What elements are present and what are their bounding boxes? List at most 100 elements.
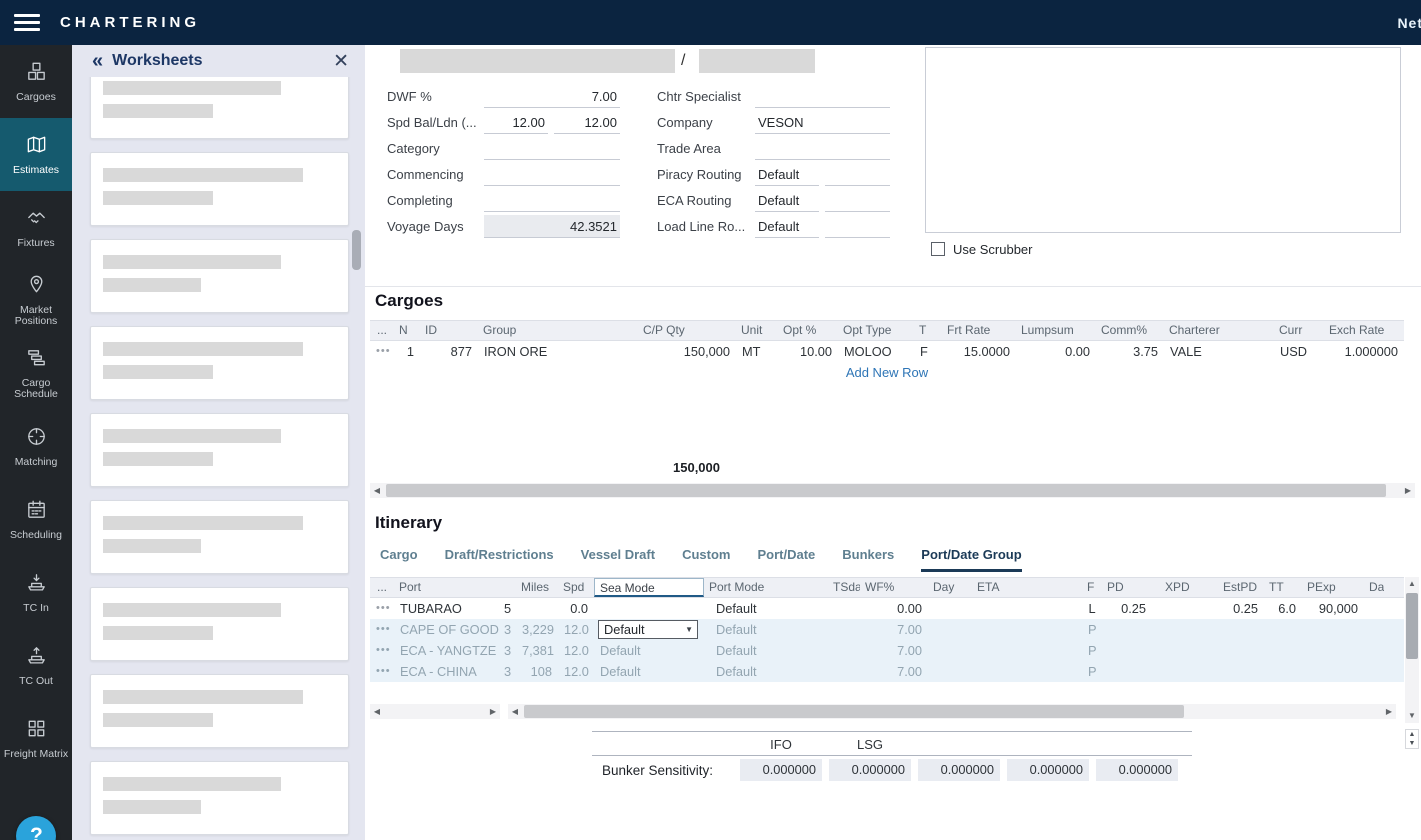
cargo-row-menu-icon[interactable]: ••• xyxy=(370,341,394,362)
bunker-sensitivity-input[interactable]: 0.000000 xyxy=(1096,759,1178,781)
itin-cell-sea-mode[interactable] xyxy=(594,598,704,619)
itin-cell-wf[interactable]: 7.00 xyxy=(860,661,928,682)
sidebar-item-market-positions[interactable]: Market Positions xyxy=(0,264,72,337)
tab-port-date[interactable]: Port/Date xyxy=(757,547,815,572)
itin-cell-pd[interactable] xyxy=(1102,619,1160,640)
cargo-cell-t[interactable]: F xyxy=(914,341,942,362)
itin-cell-clipped[interactable]: 3 xyxy=(504,619,516,640)
piracy-routing-input-2[interactable] xyxy=(825,163,890,186)
itin-cell-estpd[interactable] xyxy=(1218,640,1264,661)
piracy-routing-input[interactable]: Default xyxy=(755,163,819,186)
tab-bunkers[interactable]: Bunkers xyxy=(842,547,894,572)
itin-cell-spd[interactable]: 12.0 xyxy=(558,661,594,682)
cargo-cell-group[interactable]: IRON ORE xyxy=(478,341,638,362)
itin-cell-eta[interactable] xyxy=(972,598,1082,619)
eca-routing-input[interactable]: Default xyxy=(755,189,819,212)
itin-cell-port[interactable]: ECA - CHINA xyxy=(394,661,504,682)
itin-cell-day[interactable] xyxy=(928,619,972,640)
itin-cell-tsday[interactable] xyxy=(828,598,860,619)
cargo-cell-opt-pct[interactable]: 10.00 xyxy=(778,341,838,362)
itin-cell-eta[interactable] xyxy=(972,661,1082,682)
itin-cell-day[interactable] xyxy=(928,598,972,619)
sidebar-item-estimates[interactable]: Estimates xyxy=(0,118,72,191)
itin-cell-tsday[interactable] xyxy=(828,619,860,640)
itin-cell-eta[interactable] xyxy=(972,619,1082,640)
itin-cell-miles[interactable] xyxy=(516,598,558,619)
scrollbar-thumb[interactable] xyxy=(524,705,1184,718)
itin-row-menu-icon[interactable]: ••• xyxy=(370,640,394,661)
itin-cell-da[interactable] xyxy=(1364,640,1384,661)
tab-cargo[interactable]: Cargo xyxy=(380,547,418,572)
itin-cell-sea-mode[interactable]: Default xyxy=(594,661,704,682)
worksheets-scrollbar-thumb[interactable] xyxy=(352,230,361,270)
company-input[interactable]: VESON xyxy=(755,111,890,134)
itin-cell-pexp[interactable] xyxy=(1302,640,1364,661)
load-line-input-2[interactable] xyxy=(825,215,890,238)
trade-area-input[interactable] xyxy=(755,137,890,160)
itin-cell-tt[interactable] xyxy=(1264,661,1302,682)
cargo-cell-id[interactable]: 877 xyxy=(420,341,478,362)
itin-cell-port[interactable]: CAPE OF GOOD xyxy=(394,619,504,640)
itin-cell-port[interactable]: ECA - YANGTZE xyxy=(394,640,504,661)
topbar-right-text[interactable]: Net xyxy=(1397,15,1421,31)
scroll-up-icon[interactable]: ▲ xyxy=(1405,577,1419,591)
notes-textarea[interactable] xyxy=(925,47,1401,233)
chtr-specialist-input[interactable] xyxy=(755,85,890,108)
sidebar-item-cargo-schedule[interactable]: Cargo Schedule xyxy=(0,337,72,410)
itin-cell-clipped[interactable]: 3 xyxy=(504,640,516,661)
itin-cell-port-mode[interactable]: Default xyxy=(704,640,828,661)
cargo-cell-charterer[interactable]: VALE xyxy=(1164,341,1274,362)
cargo-cell-unit[interactable]: MT xyxy=(736,341,778,362)
worksheet-list-item[interactable] xyxy=(90,413,349,487)
sea-mode-dropdown[interactable]: Default ▼ xyxy=(598,620,698,639)
cargo-cell-opt-type[interactable]: MOLOO xyxy=(838,341,914,362)
itin-cell-spd[interactable]: 12.0 xyxy=(558,640,594,661)
itin-cell-port[interactable]: TUBARAO xyxy=(394,598,504,619)
itin-cell-xpd[interactable] xyxy=(1160,661,1218,682)
itin-cell-tsday[interactable] xyxy=(828,640,860,661)
itin-cell-spd[interactable]: 0.0 xyxy=(558,598,594,619)
spd-ldn-input[interactable]: 12.00 xyxy=(554,111,620,134)
scroll-down-icon[interactable]: ▼ xyxy=(1405,709,1419,723)
itin-cell-miles[interactable]: 7,381 xyxy=(516,640,558,661)
itin-cell-f[interactable]: P xyxy=(1082,661,1102,682)
sidebar-item-tc-in[interactable]: TC In xyxy=(0,556,72,629)
worksheet-list-item[interactable] xyxy=(90,674,349,748)
add-new-row-link[interactable]: Add New Row xyxy=(846,365,928,380)
itin-cell-pd[interactable] xyxy=(1102,661,1160,682)
itin-cell-f[interactable]: P xyxy=(1082,640,1102,661)
sidebar-item-cargoes[interactable]: Cargoes xyxy=(0,45,72,118)
itin-cell-xpd[interactable] xyxy=(1160,619,1218,640)
itin-cell-pexp[interactable] xyxy=(1302,619,1364,640)
tab-draft-restrictions[interactable]: Draft/Restrictions xyxy=(445,547,554,572)
worksheet-list-item[interactable] xyxy=(90,152,349,226)
itin-cell-wf[interactable]: 7.00 xyxy=(860,619,928,640)
sidebar-item-matching[interactable]: Matching xyxy=(0,410,72,483)
cargo-cell-exch-rate[interactable]: 1.000000 xyxy=(1324,341,1404,362)
itin-cell-pexp[interactable] xyxy=(1302,661,1364,682)
itin-cell-pexp[interactable]: 90,000 xyxy=(1302,598,1364,619)
scroll-left-icon[interactable]: ◀ xyxy=(370,707,384,716)
itin-cell-tt[interactable] xyxy=(1264,619,1302,640)
worksheet-list-item[interactable] xyxy=(90,500,349,574)
worksheet-list-item[interactable] xyxy=(90,587,349,661)
sidebar-item-freight-matrix[interactable]: Freight Matrix xyxy=(0,702,72,775)
scroll-left-icon[interactable]: ◀ xyxy=(508,707,522,716)
itin-cell-spd[interactable]: 12.0 xyxy=(558,619,594,640)
cargo-cell-curr[interactable]: USD xyxy=(1274,341,1324,362)
worksheet-list-item[interactable] xyxy=(90,326,349,400)
eca-routing-input-2[interactable] xyxy=(825,189,890,212)
itin-cell-wf[interactable]: 0.00 xyxy=(860,598,928,619)
scroll-right-icon[interactable]: ▶ xyxy=(1382,707,1396,716)
commencing-input[interactable] xyxy=(484,163,620,186)
itin-cell-clipped[interactable]: 5 xyxy=(504,598,516,619)
itin-cell-day[interactable] xyxy=(928,661,972,682)
bunker-sensitivity-input[interactable]: 0.000000 xyxy=(918,759,1000,781)
worksheet-list-item[interactable] xyxy=(90,239,349,313)
collapse-panel-icon[interactable]: « xyxy=(92,51,103,71)
dwf-input[interactable]: 7.00 xyxy=(484,85,620,108)
itin-cell-wf[interactable]: 7.00 xyxy=(860,640,928,661)
itin-cell-tt[interactable] xyxy=(1264,640,1302,661)
itin-row-menu-icon[interactable]: ••• xyxy=(370,661,394,682)
scroll-right-icon[interactable]: ▶ xyxy=(1401,486,1415,495)
